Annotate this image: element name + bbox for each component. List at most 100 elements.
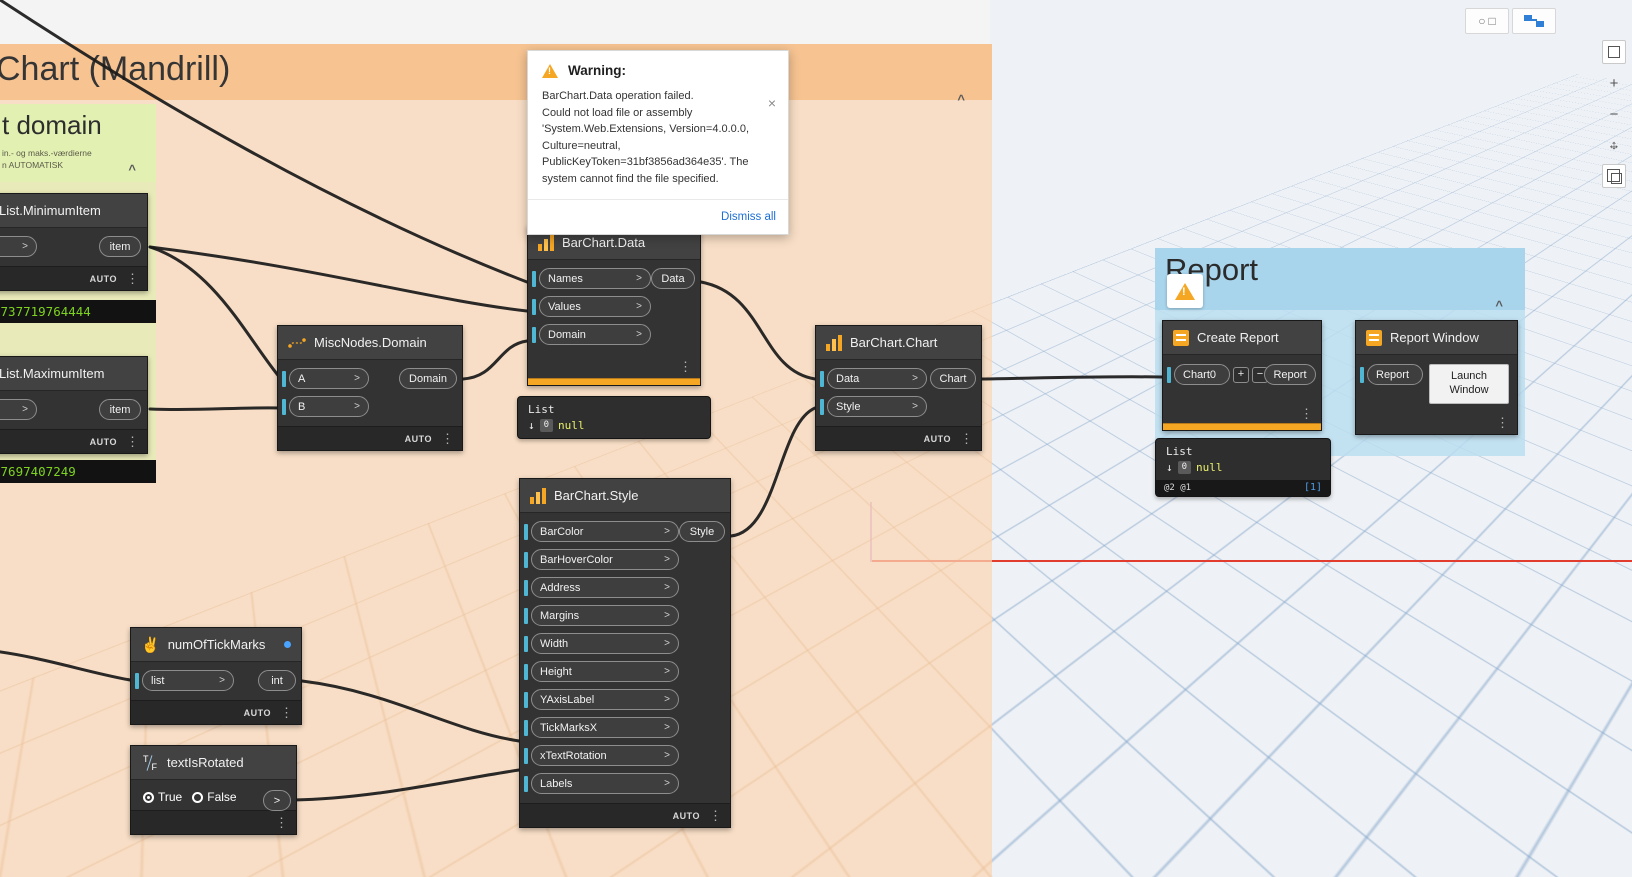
input-port-margins[interactable]: Margins >	[531, 605, 679, 626]
node-create-report-header[interactable]: Create Report	[1163, 321, 1321, 355]
add-port-button[interactable]: +	[1233, 366, 1249, 383]
input-port-data[interactable]: Data >	[827, 368, 927, 389]
kebab-menu-icon[interactable]: ⋮	[1496, 416, 1509, 429]
node-report-window-header[interactable]: Report Window	[1356, 321, 1517, 355]
kebab-menu-icon[interactable]: ⋮	[960, 432, 973, 445]
launch-window-button[interactable]: Launch Window	[1429, 364, 1509, 404]
input-port-width[interactable]: Width >	[531, 633, 679, 654]
radio-false-label[interactable]: False	[207, 790, 236, 804]
group-report-warning-badge[interactable]	[1167, 274, 1203, 308]
kebab-menu-icon[interactable]: ⋮	[275, 816, 288, 829]
port-connector	[532, 326, 536, 343]
kebab-menu-icon[interactable]: ⋮	[126, 435, 139, 448]
node-numoftickmarks[interactable]: ✌ numOfTickMarks list > int AUTO ⋮	[130, 627, 302, 725]
input-port-report[interactable]: Report	[1367, 364, 1423, 385]
node-textisrotated[interactable]: TF textIsRotated True False > ⋮	[130, 745, 297, 835]
group-chart-collapse-icon[interactable]: ^	[957, 92, 965, 107]
input-port-labels[interactable]: Labels >	[531, 773, 679, 794]
node-miscnodes-domain-header[interactable]: MiscNodes.Domain	[278, 326, 462, 360]
node-numoftickmarks-header[interactable]: ✌ numOfTickMarks	[131, 628, 301, 662]
node-textisrotated-header[interactable]: TF textIsRotated	[131, 746, 296, 780]
node-list-maximumitem[interactable]: List.MaximumItem > item AUTO ⋮	[0, 356, 148, 454]
zoom-fit-button[interactable]	[1602, 40, 1626, 64]
input-port-values[interactable]: Values >	[539, 296, 651, 317]
node-title: BarChart.Chart	[850, 335, 938, 350]
warning-icon	[1175, 282, 1195, 300]
node-create-report[interactable]: Create Report Chart0 + − Report ⋮	[1162, 320, 1322, 431]
node-miscnodes-domain[interactable]: MiscNodes.Domain A > B > Domain AUTO ⋮	[277, 325, 463, 451]
input-port-barhovercolor[interactable]: BarHoverColor >	[531, 549, 679, 570]
lacing-label: AUTO	[243, 707, 271, 718]
input-port-tickmarksx[interactable]: TickMarksX >	[531, 717, 679, 738]
output-port-report[interactable]: Report	[1264, 364, 1316, 385]
port-connector	[282, 398, 286, 415]
input-port-height[interactable]: Height >	[531, 661, 679, 682]
port-connector	[524, 775, 528, 792]
dismiss-all-link[interactable]: Dismiss all	[721, 211, 776, 223]
node-barchart-chart[interactable]: BarChart.Chart Data > Style > Chart AUTO ⋮	[815, 325, 982, 451]
node-report-window[interactable]: Report Window Report Launch Window ⋮	[1355, 320, 1518, 435]
output-port-chart[interactable]: Chart	[930, 368, 976, 389]
node-title: BarChart.Style	[554, 488, 639, 503]
output-port-style[interactable]: Style	[679, 521, 725, 542]
graph-view-button[interactable]	[1512, 8, 1556, 34]
input-port-list[interactable]: >	[0, 399, 37, 420]
output-port-item[interactable]: item	[99, 236, 141, 257]
expand-arrow-icon[interactable]: ↓	[528, 419, 535, 432]
input-port-names[interactable]: Names >	[539, 268, 651, 289]
zoom-out-button[interactable]: −	[1602, 102, 1626, 126]
kebab-menu-icon[interactable]: ⋮	[280, 706, 293, 719]
input-port-domain[interactable]: Domain >	[539, 324, 651, 345]
graph-icon	[1524, 15, 1544, 27]
input-port-yaxislabel[interactable]: YAxisLabel >	[531, 689, 679, 710]
preview-bubble-create-report[interactable]: List ↓ 0 null @2 @1 [1]	[1155, 438, 1331, 497]
output-port-data[interactable]: Data	[651, 268, 695, 289]
expand-arrow-icon[interactable]: ↓	[1166, 461, 1173, 474]
geometry-view-button[interactable]: ○ □	[1465, 8, 1509, 34]
kebab-menu-icon[interactable]: ⋮	[441, 432, 454, 445]
node-list-minimumitem-header[interactable]: List.MinimumItem	[0, 194, 147, 228]
group-domain-collapse-icon[interactable]: ^	[128, 162, 136, 177]
node-barchart-style-header[interactable]: BarChart.Style	[520, 479, 730, 513]
node-barchart-chart-header[interactable]: BarChart.Chart	[816, 326, 981, 360]
port-connector	[524, 579, 528, 596]
zoom-in-icon: +	[1609, 74, 1619, 92]
input-port-b[interactable]: B >	[289, 396, 369, 417]
chevron-right-icon: >	[664, 750, 670, 761]
zoom-in-button[interactable]: +	[1602, 71, 1626, 95]
input-port-a[interactable]: A >	[289, 368, 369, 389]
node-list-minimumitem[interactable]: List.MinimumItem > item AUTO ⋮	[0, 193, 148, 291]
input-port-address[interactable]: Address >	[531, 577, 679, 598]
chevron-right-icon: >	[912, 401, 918, 412]
kebab-menu-icon[interactable]: ⋮	[679, 360, 692, 373]
group-report-collapse-icon[interactable]: ^	[1495, 298, 1503, 313]
output-port-int[interactable]: int	[258, 670, 296, 691]
input-port-xtextrotation[interactable]: xTextRotation >	[531, 745, 679, 766]
close-icon[interactable]: ×	[768, 95, 776, 111]
kebab-menu-icon[interactable]: ⋮	[709, 809, 722, 822]
dynamo-workspace[interactable]: Chart (Mandrill) ^ t domain in.- og maks…	[0, 0, 1632, 877]
input-port-style[interactable]: Style >	[827, 396, 927, 417]
port-connector	[524, 663, 528, 680]
output-port-item[interactable]: item	[99, 399, 141, 420]
pan-button[interactable]: ↔ ↕	[1602, 133, 1626, 157]
input-port-barcolor[interactable]: BarColor >	[531, 521, 679, 542]
node-barchart-data[interactable]: BarChart.Data Names> Values> Domain>	[527, 225, 701, 386]
radio-true-label[interactable]: True	[158, 790, 182, 804]
radio-true[interactable]	[143, 791, 154, 803]
preview-index: 0	[539, 419, 554, 432]
output-port-bool[interactable]: >	[263, 790, 291, 811]
radio-false[interactable]	[192, 791, 204, 803]
node-list-maximumitem-header[interactable]: List.MaximumItem	[0, 357, 147, 391]
port-connector	[524, 747, 528, 764]
kebab-menu-icon[interactable]: ⋮	[1300, 407, 1313, 420]
orbit-button[interactable]	[1602, 164, 1626, 188]
kebab-menu-icon[interactable]: ⋮	[126, 272, 139, 285]
input-port-list[interactable]: list >	[142, 670, 234, 691]
preview-bubble-barchart-data[interactable]: List ↓ 0 null	[517, 396, 711, 439]
input-port-chart0[interactable]: Chart0	[1174, 364, 1230, 385]
input-port-list[interactable]: >	[0, 236, 37, 257]
node-barchart-style[interactable]: BarChart.Style BarColor > BarHoverColor > …	[519, 478, 731, 828]
output-port-domain[interactable]: Domain	[399, 368, 457, 389]
lacing-label: AUTO	[672, 810, 700, 821]
